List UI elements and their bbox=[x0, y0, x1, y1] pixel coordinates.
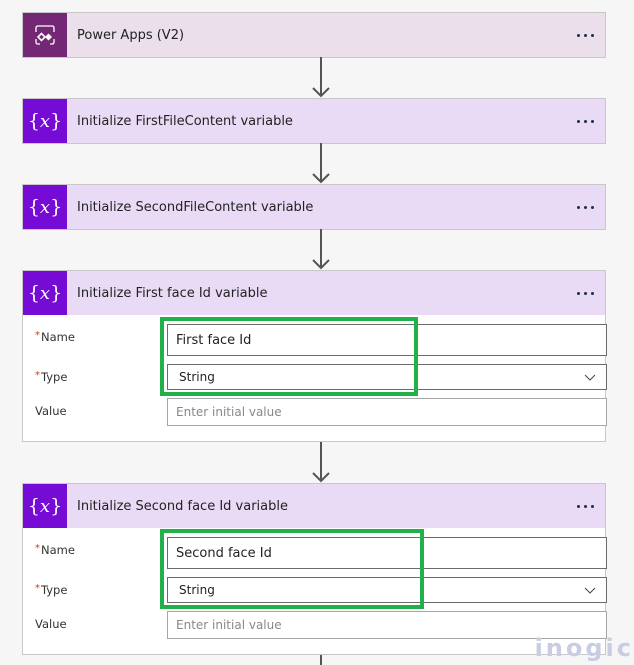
step-title: Initialize Second face Id variable bbox=[77, 498, 288, 514]
power-apps-icon bbox=[23, 13, 67, 57]
required-mark: * bbox=[35, 330, 40, 341]
step-card-initialize-secondfilecontent[interactable]: {x} Initialize SecondFileContent variabl… bbox=[22, 184, 606, 230]
name-label: *Name bbox=[35, 543, 75, 557]
connector-arrow bbox=[312, 442, 330, 483]
step-header[interactable]: {x} Initialize FirstFileContent variable bbox=[23, 99, 605, 143]
more-options-button[interactable] bbox=[565, 99, 605, 143]
chevron-down-icon bbox=[584, 374, 596, 381]
variable-icon: {x} bbox=[23, 185, 67, 229]
variable-icon: {x} bbox=[23, 484, 67, 528]
type-label: *Type bbox=[35, 370, 68, 384]
variable-icon: {x} bbox=[23, 99, 67, 143]
more-options-button[interactable] bbox=[565, 271, 605, 315]
step-card-initialize-second-face-id[interactable]: {x} Initialize Second face Id variable *… bbox=[22, 483, 607, 655]
more-options-button[interactable] bbox=[565, 484, 605, 528]
step-title: Initialize SecondFileContent variable bbox=[77, 199, 314, 215]
more-options-button[interactable] bbox=[565, 185, 605, 229]
step-header[interactable]: {x} Initialize SecondFileContent variabl… bbox=[23, 185, 605, 229]
step-card-power-apps[interactable]: Power Apps (V2) bbox=[22, 12, 606, 58]
variable-icon: {x} bbox=[23, 271, 67, 315]
step-card-initialize-firstfilecontent[interactable]: {x} Initialize FirstFileContent variable bbox=[22, 98, 606, 144]
connector-arrow bbox=[312, 143, 330, 184]
step-header[interactable]: Power Apps (V2) bbox=[23, 13, 605, 57]
type-dropdown[interactable]: String bbox=[167, 577, 607, 603]
more-options-button[interactable] bbox=[565, 13, 605, 57]
step-header[interactable]: {x} Initialize Second face Id variable bbox=[23, 484, 605, 528]
required-mark: * bbox=[35, 583, 40, 594]
connector-arrow bbox=[312, 229, 330, 270]
value-label: Value bbox=[35, 617, 67, 631]
value-input[interactable]: Enter initial value bbox=[167, 398, 607, 426]
connector-arrow bbox=[312, 57, 330, 98]
name-label: *Name bbox=[35, 330, 75, 344]
type-label: *Type bbox=[35, 583, 68, 597]
required-mark: * bbox=[35, 370, 40, 381]
watermark-logo: inogic bbox=[534, 634, 634, 662]
name-input[interactable]: Second face Id bbox=[167, 537, 607, 569]
step-title: Power Apps (V2) bbox=[77, 27, 185, 43]
chevron-down-icon bbox=[584, 587, 596, 594]
value-label: Value bbox=[35, 404, 67, 418]
step-card-initialize-first-face-id[interactable]: {x} Initialize First face Id variable *N… bbox=[22, 270, 607, 442]
required-mark: * bbox=[35, 543, 40, 554]
name-input[interactable]: First face Id bbox=[167, 324, 607, 356]
step-header[interactable]: {x} Initialize First face Id variable bbox=[23, 271, 605, 315]
step-body: *Name First face Id *Type String Value E… bbox=[23, 315, 607, 441]
step-body: *Name Second face Id *Type String Value … bbox=[23, 528, 607, 654]
step-title: Initialize First face Id variable bbox=[77, 285, 268, 301]
type-dropdown[interactable]: String bbox=[167, 364, 607, 390]
step-title: Initialize FirstFileContent variable bbox=[77, 113, 293, 129]
